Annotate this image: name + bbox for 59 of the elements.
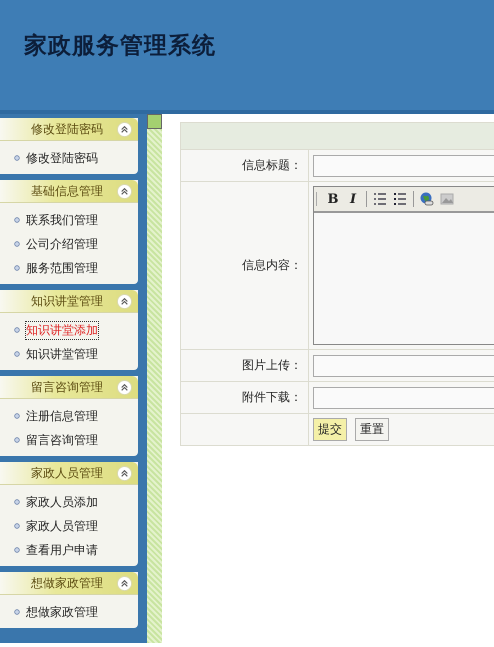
- collapse-icon[interactable]: [117, 294, 132, 308]
- menu-group-header[interactable]: 留言咨询管理: [0, 376, 138, 399]
- menu-group-title: 留言咨询管理: [31, 378, 103, 396]
- splitter-handle[interactable]: [147, 114, 162, 129]
- menu-link[interactable]: 联系我们管理: [26, 212, 98, 228]
- menu-group-header[interactable]: 知识讲堂管理: [0, 290, 138, 313]
- bullet-icon: [14, 327, 20, 333]
- field-label: 图片上传：: [242, 358, 302, 372]
- bullet-icon: [14, 265, 20, 271]
- menu-group-title: 家政人员管理: [31, 464, 103, 482]
- menu-link[interactable]: 家政人员添加: [26, 494, 98, 510]
- menu-link[interactable]: 注册信息管理: [26, 408, 98, 424]
- bold-button[interactable]: B: [326, 192, 340, 206]
- bullet-icon: [14, 523, 20, 529]
- menu-link[interactable]: 家政人员管理: [26, 518, 98, 534]
- menu-group-header[interactable]: 修改登陆密码: [0, 118, 138, 141]
- menu-link[interactable]: 知识讲堂管理: [26, 346, 98, 362]
- bullet-icon: [14, 241, 20, 247]
- menu-link[interactable]: 公司介绍管理: [26, 236, 98, 252]
- menu-group-header[interactable]: 家政人员管理: [0, 462, 138, 485]
- globe-icon[interactable]: [420, 192, 434, 206]
- bullet-icon: [14, 609, 20, 615]
- form-button[interactable]: 重置: [355, 418, 389, 441]
- menu-group-title: 修改登陆密码: [31, 120, 103, 138]
- menu-group-title: 知识讲堂管理: [31, 292, 103, 310]
- collapse-icon[interactable]: [117, 466, 132, 480]
- bullet-list-icon[interactable]: [393, 192, 407, 206]
- bullet-icon: [14, 413, 20, 419]
- bullet-icon: [14, 155, 20, 161]
- collapse-icon[interactable]: [117, 122, 132, 136]
- collapse-icon[interactable]: [117, 576, 132, 590]
- field-label: 信息标题：: [242, 158, 302, 172]
- menu-link[interactable]: 修改登陆密码: [26, 150, 98, 166]
- form-button[interactable]: 提交: [313, 418, 347, 441]
- menu-group-title: 基础信息管理: [31, 182, 103, 200]
- app-title: 家政服务管理系统: [24, 32, 216, 61]
- menu-group-header[interactable]: 想做家政管理: [0, 572, 138, 595]
- input-field[interactable]: [313, 386, 494, 408]
- field-label: 信息内容：: [242, 258, 302, 272]
- bullet-icon: [14, 351, 20, 357]
- bullet-icon: [14, 217, 20, 223]
- menu-link[interactable]: 留言咨询管理: [26, 432, 98, 448]
- menu-group-title: 想做家政管理: [31, 574, 103, 592]
- bullet-icon: [14, 547, 20, 553]
- menu-link[interactable]: 想做家政管理: [26, 604, 98, 620]
- collapse-icon[interactable]: [117, 184, 132, 198]
- input-field[interactable]: [313, 154, 494, 176]
- field-label: 附件下载：: [242, 390, 302, 404]
- collapse-icon[interactable]: [117, 380, 132, 394]
- rich-text-editor[interactable]: B I: [313, 186, 494, 345]
- menu-link[interactable]: 知识讲堂添加: [26, 322, 98, 338]
- menu-group-header[interactable]: 基础信息管理: [0, 180, 138, 203]
- input-field[interactable]: [313, 354, 494, 376]
- menu-link[interactable]: 查看用户申请: [26, 542, 98, 558]
- menu-link[interactable]: 服务范围管理: [26, 260, 98, 276]
- italic-button[interactable]: I: [346, 192, 360, 206]
- bullet-icon: [14, 437, 20, 443]
- bullet-icon: [14, 499, 20, 505]
- numbered-list-icon[interactable]: [373, 192, 387, 206]
